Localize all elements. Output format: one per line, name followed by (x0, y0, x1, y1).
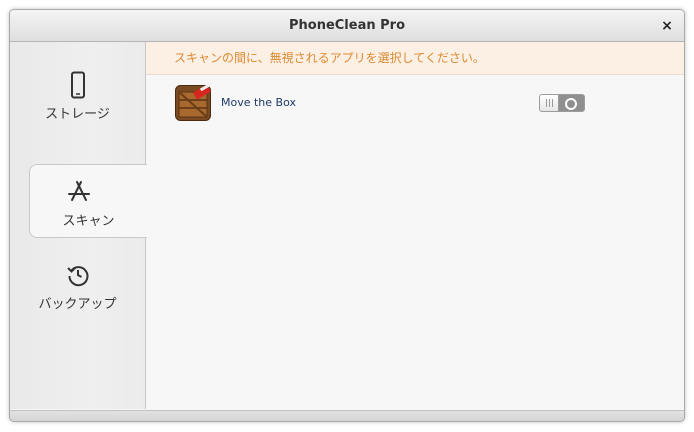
window-title: PhoneClean Pro (288, 18, 406, 33)
app-store-icon (68, 181, 90, 201)
sidebar-item-label: ストレージ (45, 107, 110, 122)
sidebar-item-scan[interactable]: スキャン (29, 164, 147, 238)
app-name: Move the Box (221, 96, 296, 109)
sidebar-item-label: スキャン (62, 214, 115, 229)
notice-text: スキャンの間に、無視されるアプリを選択してください。 (174, 51, 485, 65)
phone-icon (71, 71, 85, 99)
toggle-off-icon (565, 98, 577, 110)
app-window: PhoneClean Pro × ストレージ スキャン バックアップ スキャンの… (9, 9, 685, 422)
history-icon (67, 266, 89, 287)
move-the-box-app-icon (175, 85, 211, 121)
title-bar[interactable]: PhoneClean Pro × (10, 10, 684, 42)
sidebar-item-storage[interactable]: ストレージ (10, 58, 145, 130)
status-bar (10, 410, 684, 421)
sidebar: ストレージ スキャン バックアップ (10, 42, 147, 409)
sidebar-item-label: バックアップ (38, 297, 117, 312)
sidebar-item-backup[interactable]: バックアップ (10, 248, 145, 320)
ignore-toggle[interactable] (539, 94, 585, 112)
toggle-knob (540, 95, 559, 111)
notice-banner: スキャンの間に、無視されるアプリを選択してください。 (146, 42, 684, 75)
close-button[interactable]: × (660, 19, 674, 33)
list-item: Move the Box (175, 84, 595, 122)
